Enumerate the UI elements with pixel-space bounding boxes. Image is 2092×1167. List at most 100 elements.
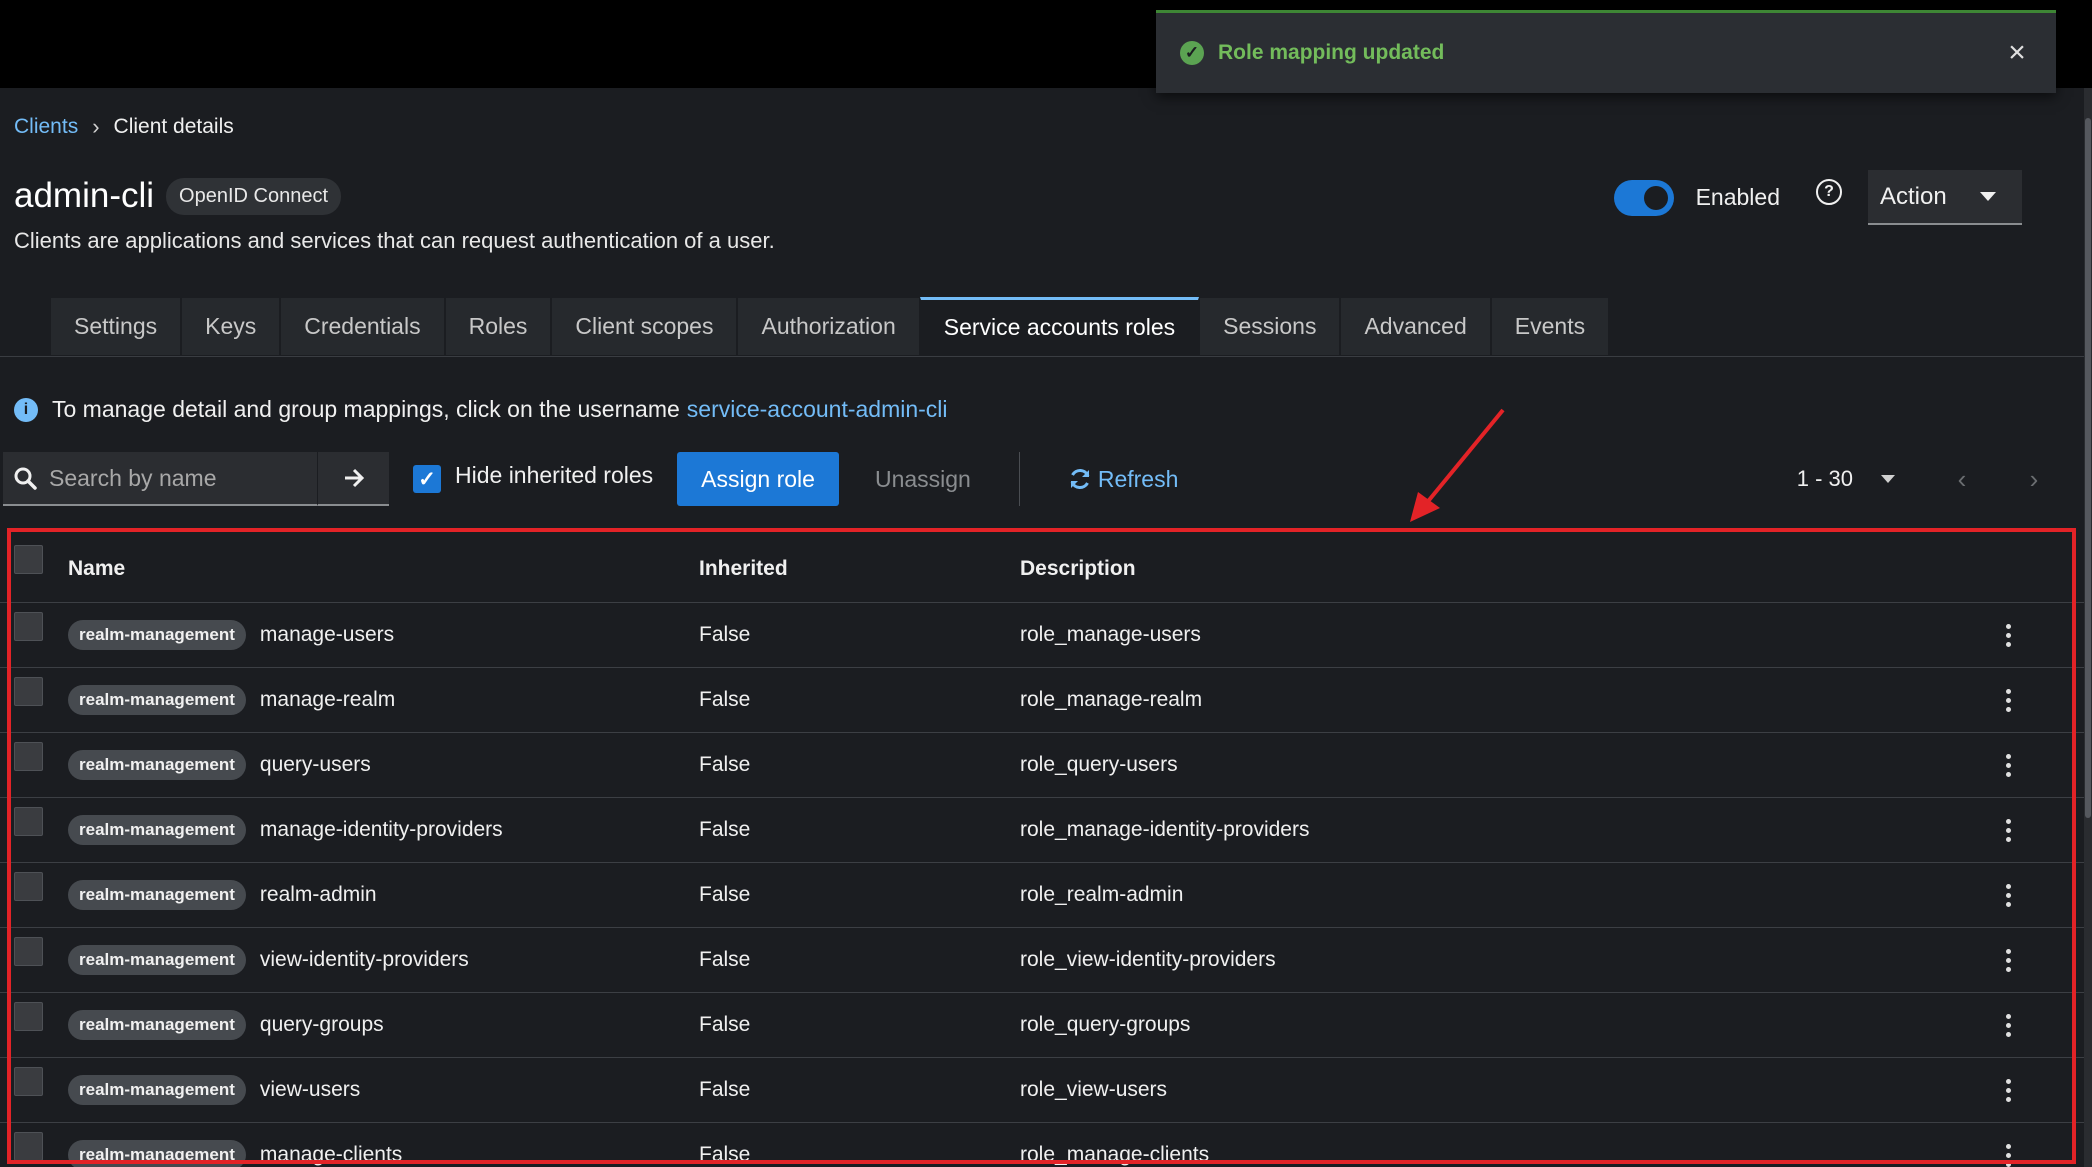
client-badge: realm-management xyxy=(68,750,246,780)
pagination: 1 - 30 ‹ › xyxy=(1797,464,2073,495)
description-cell: role_manage-identity-providers xyxy=(1020,818,1310,841)
tab-authorization[interactable]: Authorization xyxy=(737,297,920,356)
description-cell: role_realm-admin xyxy=(1020,883,1184,906)
client-badge: realm-management xyxy=(68,945,246,975)
protocol-badge: OpenID Connect xyxy=(166,177,342,215)
client-badge: realm-management xyxy=(68,620,246,650)
help-icon[interactable]: ? xyxy=(1816,178,1842,205)
page-scrollbar[interactable] xyxy=(2084,88,2092,1167)
tab-service-accounts-roles[interactable]: Service accounts roles xyxy=(919,297,1200,356)
description-cell: role_manage-users xyxy=(1020,623,1201,646)
row-checkbox[interactable] xyxy=(14,806,43,836)
action-dropdown[interactable]: Action xyxy=(1868,170,2022,225)
role-name-cell: realm-management query-users xyxy=(68,750,371,780)
inherited-cell: False xyxy=(699,623,751,646)
inherited-cell: False xyxy=(699,1013,751,1036)
hide-inherited-checkbox[interactable]: ✓ xyxy=(413,465,441,493)
row-checkbox[interactable] xyxy=(14,1131,43,1161)
role-name: view-identity-providers xyxy=(259,948,469,971)
row-checkbox[interactable] xyxy=(14,1001,43,1031)
description-cell: role_view-identity-providers xyxy=(1020,948,1276,971)
refresh-button[interactable]: Refresh xyxy=(1068,465,1179,493)
tab-sessions[interactable]: Sessions xyxy=(1199,297,1341,356)
next-page-button[interactable]: › xyxy=(2019,464,2049,495)
row-checkbox[interactable] xyxy=(14,611,43,641)
inherited-cell: False xyxy=(699,1078,751,1101)
role-name: query-groups xyxy=(259,1013,384,1036)
client-badge: realm-management xyxy=(68,815,246,845)
caret-down-icon xyxy=(1980,192,1996,201)
unassign-button[interactable]: Unassign xyxy=(839,466,1007,493)
tab-settings[interactable]: Settings xyxy=(50,297,182,356)
client-badge: realm-management xyxy=(68,685,246,715)
page-description: Clients are applications and services th… xyxy=(14,228,775,253)
scrollbar-thumb[interactable] xyxy=(2085,118,2091,818)
description-cell: role_query-groups xyxy=(1020,1013,1191,1036)
service-account-user-link[interactable]: service-account-admin-cli xyxy=(687,396,948,423)
page-title: admin-cli xyxy=(14,176,155,215)
refresh-label: Refresh xyxy=(1097,465,1179,492)
kebab-menu-icon[interactable] xyxy=(2002,753,2014,777)
toast-message: Role mapping updated xyxy=(1218,41,1445,64)
role-name-cell: realm-management view-users xyxy=(68,1075,360,1105)
pagination-caret-icon[interactable] xyxy=(1881,475,1895,483)
assign-role-button[interactable]: Assign role xyxy=(677,452,839,506)
arrow-right-icon xyxy=(344,468,364,488)
inherited-cell: False xyxy=(699,883,751,906)
tab-keys[interactable]: Keys xyxy=(181,297,281,356)
enabled-toggle[interactable] xyxy=(1613,179,1674,216)
tab-credentials[interactable]: Credentials xyxy=(280,297,445,356)
check-circle-icon: ✓ xyxy=(1180,41,1204,65)
tab-advanced[interactable]: Advanced xyxy=(1340,297,1491,356)
inherited-cell: False xyxy=(699,1143,751,1166)
description-cell: role_manage-realm xyxy=(1020,688,1203,711)
pagination-range[interactable]: 1 - 30 xyxy=(1797,466,1853,492)
role-name-cell: realm-management realm-admin xyxy=(68,880,377,910)
close-icon[interactable]: × xyxy=(2002,36,2032,70)
row-checkbox[interactable] xyxy=(14,871,43,901)
row-checkbox[interactable] xyxy=(14,1066,43,1096)
row-checkbox[interactable] xyxy=(14,936,43,966)
header-inherited: Inherited xyxy=(699,556,788,580)
tab-client-scopes[interactable]: Client scopes xyxy=(551,297,738,356)
select-all-checkbox[interactable] xyxy=(14,545,43,574)
tab-roles[interactable]: Roles xyxy=(444,297,552,356)
row-checkbox[interactable] xyxy=(14,676,43,706)
role-name: manage-realm xyxy=(259,688,396,711)
kebab-menu-icon[interactable] xyxy=(2002,1013,2014,1037)
table-row: realm-management manage-realm False role_ma… xyxy=(0,668,2084,733)
prev-page-button[interactable]: ‹ xyxy=(1947,464,1977,495)
inherited-cell: False xyxy=(699,688,751,711)
success-toast: ✓ Role mapping updated × xyxy=(1156,10,2056,93)
search-box xyxy=(3,452,317,506)
search-input[interactable] xyxy=(49,464,309,492)
kebab-menu-icon[interactable] xyxy=(2002,818,2014,842)
header-name[interactable]: Name xyxy=(68,557,125,581)
row-checkbox[interactable] xyxy=(14,741,43,771)
kebab-menu-icon[interactable] xyxy=(2002,948,2014,972)
tabs-divider xyxy=(0,356,2084,357)
breadcrumb-clients-link[interactable]: Clients xyxy=(14,115,78,139)
table-row: realm-management manage-identity-provider… xyxy=(0,798,2084,863)
kebab-menu-icon[interactable] xyxy=(2002,688,2014,712)
header-description: Description xyxy=(1020,556,1136,580)
table-row: realm-management realm-admin False role_rea… xyxy=(0,863,2084,928)
kebab-menu-icon[interactable] xyxy=(2002,1078,2014,1102)
table-row: realm-management view-identity-providers F… xyxy=(0,928,2084,993)
chevron-right-icon: › xyxy=(92,114,100,139)
role-name: manage-users xyxy=(259,623,395,646)
kebab-menu-icon[interactable] xyxy=(2002,883,2014,907)
hide-inherited-label: Hide inherited roles xyxy=(455,461,654,488)
search-submit-button[interactable] xyxy=(317,452,389,506)
role-name-cell: realm-management manage-users xyxy=(68,620,394,650)
role-name: view-users xyxy=(259,1078,361,1101)
role-name: manage-identity-providers xyxy=(259,818,503,841)
table-row: realm-management manage-clients False role_… xyxy=(0,1123,2084,1167)
role-name: manage-clients xyxy=(259,1143,403,1166)
roles-table: Name Inherited Description realm-managem… xyxy=(0,535,2084,1167)
kebab-menu-icon[interactable] xyxy=(2002,623,2014,647)
kebab-menu-icon[interactable] xyxy=(2002,1143,2014,1167)
table-row: realm-management query-users False role_que… xyxy=(0,733,2084,798)
inherited-cell: False xyxy=(699,948,751,971)
tab-events[interactable]: Events xyxy=(1490,297,1610,356)
